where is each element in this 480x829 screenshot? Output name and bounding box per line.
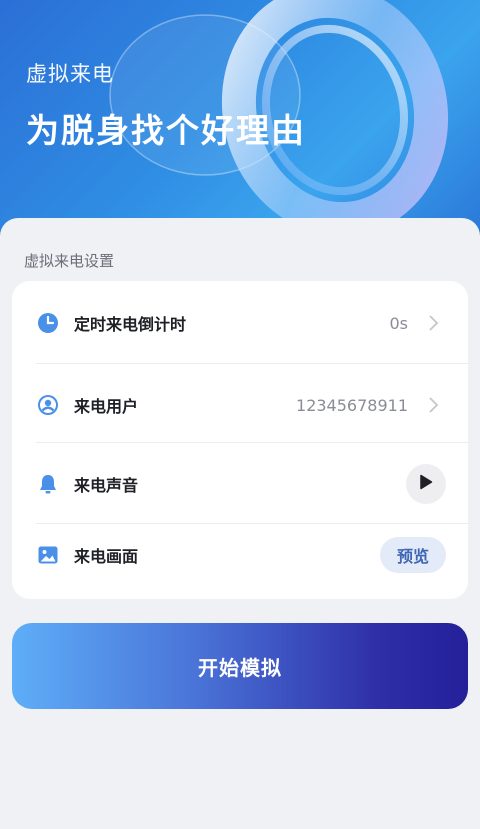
- row-label: 来电用户: [74, 397, 139, 416]
- hero-subtitle: 虚拟来电: [26, 62, 114, 86]
- divider: [36, 442, 468, 443]
- preview-button[interactable]: 预览: [380, 537, 446, 573]
- hero-title: 为脱身找个好理由: [26, 111, 306, 150]
- row-countdown[interactable]: 定时来电倒计时 0s: [12, 283, 468, 363]
- settings-card: 定时来电倒计时 0s 来电用户 12345678911 来电声音 来电画面 预览: [12, 281, 468, 599]
- start-simulation-button[interactable]: 开始模拟: [12, 623, 468, 709]
- divider: [36, 363, 468, 364]
- chevron-right-icon: [426, 396, 440, 414]
- row-call-screen: 来电画面 预览: [12, 515, 468, 595]
- row-label: 定时来电倒计时: [74, 315, 187, 334]
- play-icon: [419, 474, 433, 494]
- hero-banner: 虚拟来电 为脱身找个好理由: [0, 0, 480, 240]
- clock-icon: [36, 311, 60, 335]
- countdown-value: 0s: [389, 313, 408, 333]
- image-icon: [36, 543, 60, 567]
- row-label: 来电声音: [74, 476, 139, 495]
- section-label: 虚拟来电设置: [24, 252, 115, 270]
- row-ringtone: 来电声音: [12, 444, 468, 524]
- row-label: 来电画面: [74, 547, 139, 566]
- play-ringtone-button[interactable]: [406, 464, 446, 504]
- row-caller-user[interactable]: 来电用户 12345678911: [12, 365, 468, 445]
- user-avatar-icon: [36, 393, 60, 417]
- chevron-right-icon: [426, 314, 440, 332]
- bell-icon: [36, 472, 60, 496]
- caller-number-value: 12345678911: [296, 395, 408, 415]
